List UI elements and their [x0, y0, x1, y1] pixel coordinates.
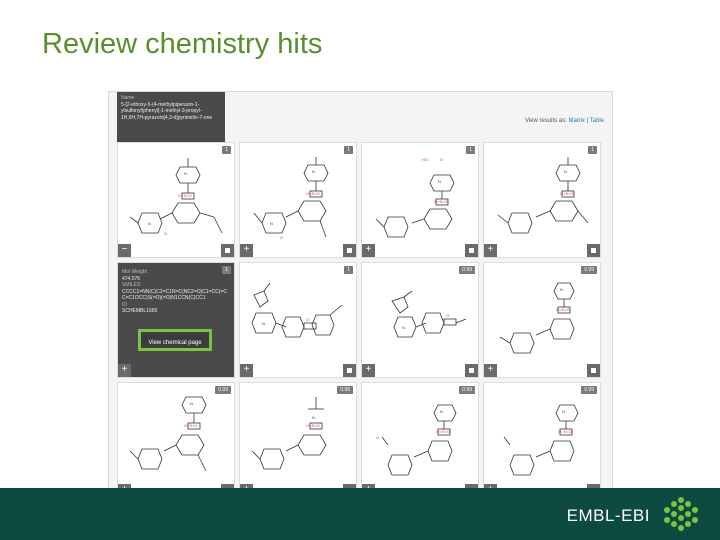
matrix-link[interactable]: Matrix	[569, 118, 585, 124]
compound-details: Mol Weight 474.576 SMILES CCCC1=NN(C)C2=…	[122, 269, 230, 315]
slide-title: Review chemistry hits	[42, 28, 323, 60]
svg-text:O=S=O: O=S=O	[558, 429, 572, 434]
hit-card[interactable]: 0.99 O=S=O N +	[483, 382, 601, 498]
plus-icon: +	[365, 244, 372, 255]
hit-card[interactable]: 1 O=S=O O NN −	[117, 142, 235, 258]
svg-text:O=S=O: O=S=O	[306, 191, 320, 196]
molecule-structure: O=S=O N	[251, 397, 327, 470]
plus-icon: +	[121, 364, 128, 375]
link-separator: |	[586, 118, 589, 124]
svg-text:O=S=O: O=S=O	[184, 423, 198, 428]
svg-text:N: N	[312, 415, 315, 420]
svg-text:N: N	[440, 409, 443, 414]
molecule-structure: O=S=O N	[497, 157, 589, 234]
add-button[interactable]: +	[240, 244, 253, 257]
svg-text:O=S=O: O=S=O	[436, 429, 450, 434]
svg-text:O: O	[164, 231, 167, 236]
add-button[interactable]: +	[362, 244, 375, 257]
svg-text:O: O	[306, 317, 309, 322]
svg-text:N: N	[562, 409, 565, 414]
molecule-structure: O=S=O N	[499, 282, 575, 354]
svg-text:O=S=O: O=S=O	[434, 199, 448, 204]
molecule-structure: O=S=O N	[129, 396, 207, 472]
svg-text:O: O	[376, 435, 379, 440]
molecule-structure: O N	[391, 290, 467, 338]
select-toggle[interactable]	[343, 364, 356, 377]
hit-card[interactable]: 1 O=S=O O NN +	[239, 142, 357, 258]
id-value: SCHEMBL1665	[122, 308, 158, 314]
select-toggle[interactable]	[465, 244, 478, 257]
svg-text:N: N	[190, 401, 193, 406]
plus-icon: +	[487, 244, 494, 255]
molecule-structure: O=S=O N	[503, 404, 579, 476]
view-results-links: View results as: Matrix | Table	[525, 118, 604, 124]
plus-icon: +	[487, 364, 494, 375]
add-button[interactable]: +	[484, 364, 497, 377]
smiles-value: CCCC1=NN(C)C2=C1N=C(NC2=O)C1=CC(=CC=C1OC…	[122, 288, 228, 302]
hit-card-hover[interactable]: Mol Weight 474.576 SMILES CCCC1=NN(C)C2=…	[117, 262, 235, 378]
svg-text:N: N	[564, 169, 567, 174]
hit-card[interactable]: 0.99 O=S=O N +	[483, 262, 601, 378]
molecule-structure: O=S=O O N N	[129, 158, 223, 236]
molecule-structure: O N	[251, 282, 343, 338]
similarity-score: 1	[222, 266, 231, 274]
svg-text:N: N	[402, 325, 405, 330]
svg-text:N: N	[312, 169, 315, 174]
svg-text:N: N	[184, 171, 187, 176]
plus-icon: +	[243, 364, 250, 375]
remove-button[interactable]: −	[118, 244, 131, 257]
svg-text:O=S=O: O=S=O	[306, 423, 320, 428]
molecule-structure: O=S=O O N N	[253, 157, 329, 240]
view-results-prefix: View results as:	[524, 118, 567, 124]
plus-icon: +	[365, 364, 372, 375]
svg-text:N: N	[560, 287, 563, 292]
add-button[interactable]: +	[362, 364, 375, 377]
table-link[interactable]: Table	[590, 118, 604, 124]
svg-text:N: N	[148, 221, 151, 226]
select-toggle[interactable]	[587, 244, 600, 257]
footer-bar: EMBL-EBI	[0, 488, 720, 540]
hit-card[interactable]: 1 O N +	[239, 262, 357, 378]
svg-text:O: O	[280, 235, 283, 240]
add-button[interactable]: +	[240, 364, 253, 377]
embl-ebi-logo-icon	[664, 497, 698, 531]
select-toggle[interactable]	[221, 244, 234, 257]
svg-text:O: O	[446, 313, 449, 318]
svg-text:O=S=O: O=S=O	[560, 191, 574, 196]
brand-name: EMBL-EBI	[566, 506, 650, 525]
hit-card[interactable]: 0.99 O=S=O N +	[117, 382, 235, 498]
molecule-structure: O O=S=O N	[376, 404, 457, 476]
svg-text:N: N	[438, 179, 441, 184]
add-button[interactable]: +	[118, 364, 131, 377]
select-toggle[interactable]	[343, 244, 356, 257]
svg-text:N: N	[270, 221, 273, 226]
select-toggle[interactable]	[465, 364, 478, 377]
select-toggle[interactable]	[587, 364, 600, 377]
svg-text:O=S=O: O=S=O	[556, 307, 570, 312]
view-chemical-page-button[interactable]: View chemical page	[138, 329, 212, 351]
svg-text:N: N	[262, 321, 265, 326]
results-screenshot: Name 5-[2-ethoxy-5-(4-methylpiperazin-1-…	[108, 91, 613, 507]
hit-card[interactable]: 0.99 O=S=O N +	[239, 382, 357, 498]
hit-card[interactable]: 0.99 OO=S=O N +	[361, 382, 479, 498]
name-tooltip: Name 5-[2-ethoxy-5-(4-methylpiperazin-1-…	[117, 92, 225, 142]
svg-text:O: O	[440, 157, 443, 162]
hit-card[interactable]: 1 HO O O=S=O N +	[361, 142, 479, 258]
plus-icon: +	[243, 244, 250, 255]
hit-card[interactable]: 1 O=S=O N +	[483, 142, 601, 258]
add-button[interactable]: +	[484, 244, 497, 257]
tooltip-text: 5-[2-ethoxy-5-(4-methylpiperazin-1-ylsul…	[121, 101, 213, 121]
molecule-structure: HO O O=S=O N	[375, 157, 455, 238]
svg-text:O=S=O: O=S=O	[178, 193, 192, 198]
hit-card[interactable]: 0.99 O N +	[361, 262, 479, 378]
svg-text:HO: HO	[422, 157, 428, 162]
